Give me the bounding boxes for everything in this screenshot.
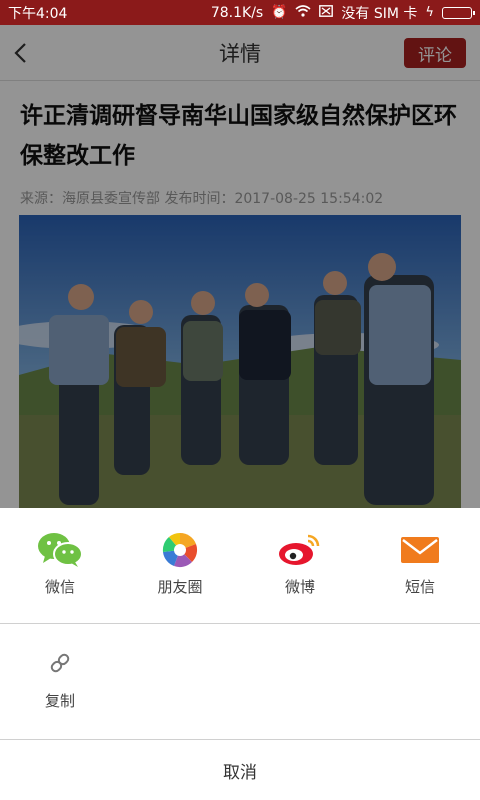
network-speed: 78.1K/s	[210, 4, 264, 21]
status-bar: 下午4:04 78.1K/s ⏰ 没有 SIM 卡 ϟ	[0, 0, 480, 25]
share-weibo[interactable]: 微博	[240, 508, 360, 623]
share-moments[interactable]: 朋友圈	[120, 508, 240, 623]
share-sms-label: 短信	[404, 578, 435, 596]
status-time: 下午4:04	[8, 5, 68, 22]
no-sim-text: 没有 SIM 卡	[341, 5, 418, 22]
alarm-icon: ⏰	[271, 5, 288, 20]
moments-icon	[157, 532, 203, 568]
share-targets: 微信 朋友圈 微博 短信	[0, 508, 480, 623]
cancel-button[interactable]: 取消	[0, 740, 480, 800]
share-moments-label: 朋友圈	[157, 578, 203, 596]
weibo-icon	[277, 532, 323, 568]
dim-overlay[interactable]	[0, 25, 480, 508]
copy-label: 复制	[44, 692, 75, 710]
battery-icon	[442, 6, 475, 19]
divider	[0, 623, 480, 624]
copy-link-button[interactable]: 复制	[20, 648, 100, 711]
sms-icon	[397, 532, 443, 568]
share-sms[interactable]: 短信	[360, 508, 480, 623]
wifi-icon	[295, 4, 311, 21]
share-sheet: 微信 朋友圈 微博 短信 复制 取消	[0, 508, 480, 800]
status-indicators: 78.1K/s ⏰ 没有 SIM 卡 ϟ	[210, 3, 475, 23]
charging-icon: ϟ	[425, 5, 434, 20]
wechat-icon	[37, 532, 83, 568]
share-weibo-label: 微博	[284, 578, 315, 596]
mute-icon	[319, 4, 334, 21]
share-wechat-label: 微信	[44, 578, 75, 596]
link-icon	[45, 648, 75, 678]
share-wechat[interactable]: 微信	[0, 508, 120, 623]
